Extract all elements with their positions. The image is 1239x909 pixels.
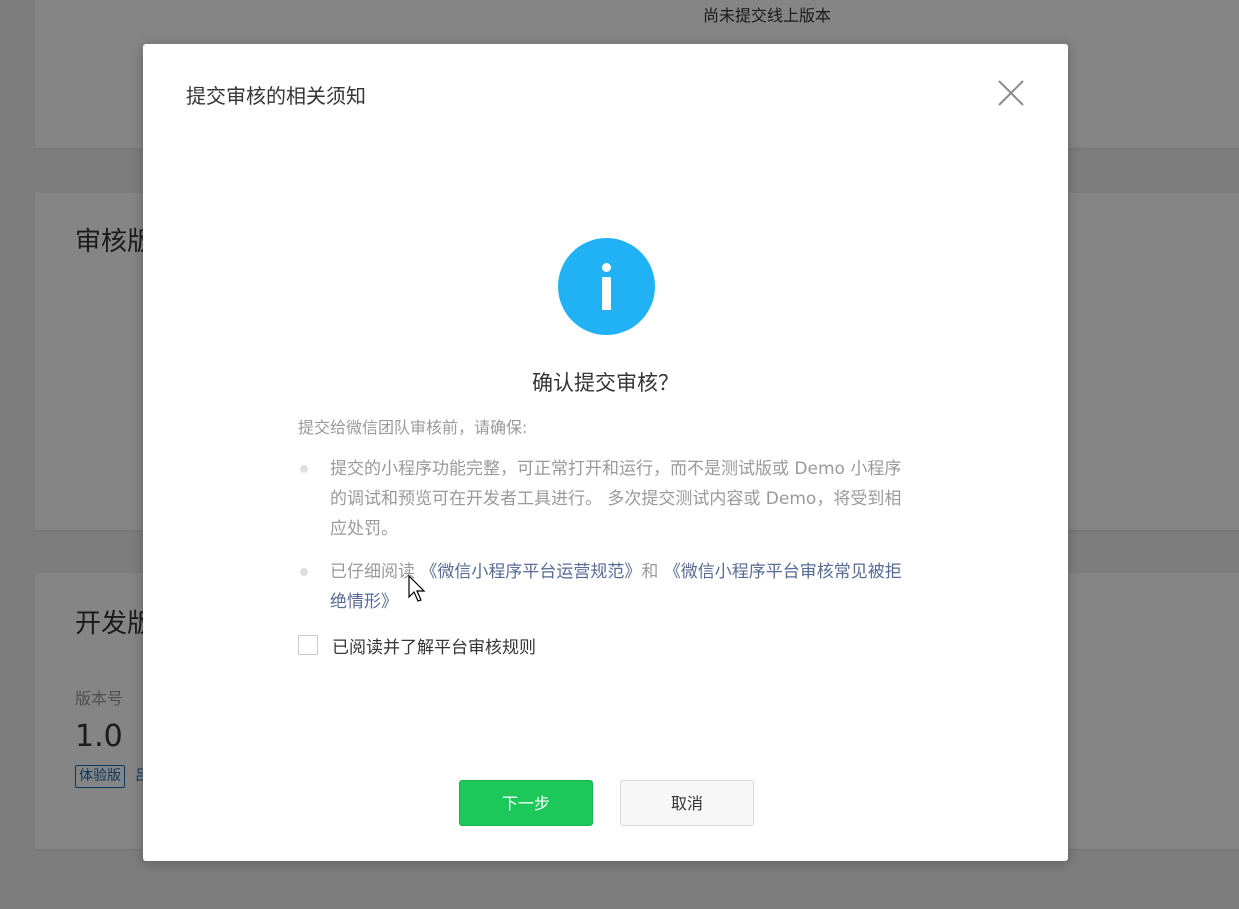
notice-list: 提交的小程序功能完整，可正常打开和运行，而不是测试版或 Demo 小程序的调试和… (298, 454, 918, 630)
dialog-title: 提交审核的相关须知 (186, 84, 366, 108)
notice-intro: 提交给微信团队审核前，请确保: (298, 418, 528, 437)
bullet-dot (300, 568, 308, 576)
close-icon[interactable] (995, 77, 1027, 109)
cancel-button[interactable]: 取消 (620, 780, 754, 826)
notice-text-prefix: 已仔细阅读 (330, 562, 421, 582)
notice-text-and: 和 (641, 562, 664, 582)
agree-checkbox-row[interactable]: 已阅读并了解平台审核规则 (298, 633, 536, 658)
operation-rules-link[interactable]: 《微信小程序平台运营规范》 (420, 562, 641, 582)
notice-item: 提交的小程序功能完整，可正常打开和运行，而不是测试版或 Demo 小程序的调试和… (298, 454, 918, 544)
next-step-button[interactable]: 下一步 (459, 780, 593, 826)
confirm-heading: 确认提交审核？ (532, 371, 679, 395)
agree-label: 已阅读并了解平台审核规则 (332, 637, 536, 658)
info-icon (558, 238, 655, 335)
notice-item: 已仔细阅读 《微信小程序平台运营规范》和 《微信小程序平台审核常见被拒绝情形》 (298, 557, 918, 617)
submit-review-dialog: 提交审核的相关须知 确认提交审核？ 提交给微信团队审核前，请确保: 提交的小程序… (143, 44, 1068, 861)
bullet-dot (300, 465, 308, 473)
agree-checkbox[interactable] (298, 635, 318, 655)
notice-text: 提交的小程序功能完整，可正常打开和运行，而不是测试版或 Demo 小程序的调试和… (330, 459, 902, 539)
